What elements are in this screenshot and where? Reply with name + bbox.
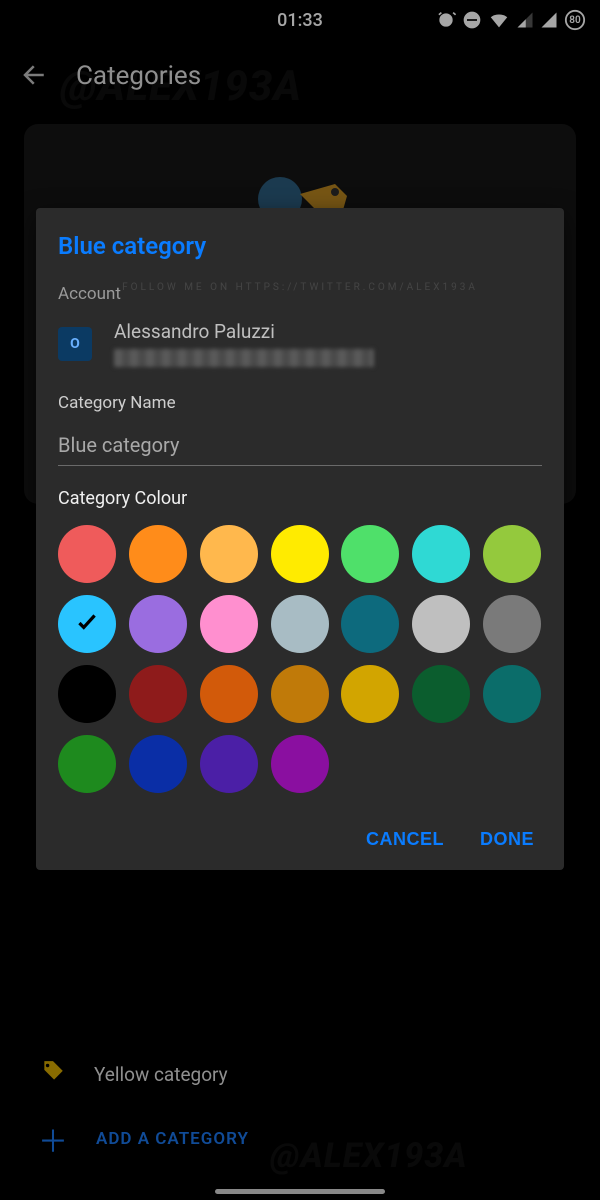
colour-swatch[interactable] xyxy=(412,665,470,723)
colour-swatch[interactable] xyxy=(412,595,470,653)
colour-swatch[interactable] xyxy=(483,595,541,653)
edit-category-dialog: Blue category Account O Alessandro Paluz… xyxy=(36,208,564,870)
colour-swatch[interactable] xyxy=(271,595,329,653)
colour-swatch[interactable] xyxy=(58,525,116,583)
colour-swatch[interactable] xyxy=(58,595,116,653)
dialog-title: Blue category xyxy=(58,232,542,260)
colour-swatch-grid xyxy=(58,525,542,793)
colour-swatch[interactable] xyxy=(129,525,187,583)
colour-swatch[interactable] xyxy=(129,665,187,723)
colour-swatch[interactable] xyxy=(200,665,258,723)
colour-swatch[interactable] xyxy=(129,735,187,793)
account-section-label: Account xyxy=(58,284,542,304)
account-row[interactable]: O Alessandro Paluzzi xyxy=(58,320,542,367)
category-name-input[interactable] xyxy=(58,427,542,466)
done-button[interactable]: DONE xyxy=(480,829,534,850)
colour-swatch[interactable] xyxy=(58,665,116,723)
colour-swatch[interactable] xyxy=(483,525,541,583)
gesture-nav-bar[interactable] xyxy=(215,1189,385,1194)
colour-swatch[interactable] xyxy=(200,595,258,653)
category-colour-label: Category Colour xyxy=(58,488,542,509)
colour-swatch[interactable] xyxy=(412,525,470,583)
colour-swatch[interactable] xyxy=(200,735,258,793)
colour-swatch[interactable] xyxy=(341,665,399,723)
colour-swatch[interactable] xyxy=(129,595,187,653)
colour-swatch[interactable] xyxy=(271,735,329,793)
colour-swatch[interactable] xyxy=(271,525,329,583)
colour-swatch[interactable] xyxy=(200,525,258,583)
colour-swatch[interactable] xyxy=(271,665,329,723)
colour-swatch[interactable] xyxy=(341,525,399,583)
colour-swatch[interactable] xyxy=(483,665,541,723)
account-name: Alessandro Paluzzi xyxy=(114,320,374,343)
checkmark-icon xyxy=(74,609,100,639)
colour-swatch[interactable] xyxy=(341,595,399,653)
dialog-actions: CANCEL DONE xyxy=(58,819,542,856)
category-name-label: Category Name xyxy=(58,393,542,413)
account-email-redacted xyxy=(114,349,374,367)
colour-swatch[interactable] xyxy=(58,735,116,793)
outlook-icon: O xyxy=(58,327,92,361)
cancel-button[interactable]: CANCEL xyxy=(366,829,444,850)
